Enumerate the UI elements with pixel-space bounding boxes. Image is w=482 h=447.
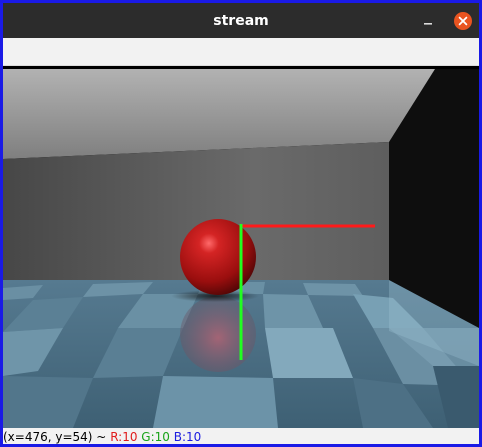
- image-viewport[interactable]: [3, 66, 479, 428]
- app-window: stream (x=476, y=54) ~ R:10 G:10 B:10: [0, 0, 482, 447]
- pixel-blue-value: B:10: [173, 430, 202, 444]
- minimize-icon: [424, 23, 432, 25]
- title-bar[interactable]: stream: [3, 3, 479, 38]
- minimize-button[interactable]: [415, 8, 441, 34]
- window-title: stream: [213, 13, 269, 29]
- status-bar: (x=476, y=54) ~ R:10 G:10 B:10: [3, 428, 479, 444]
- cursor-coordinates: (x=476, y=54) ~: [3, 430, 107, 444]
- red-sphere: [180, 219, 256, 295]
- close-icon: [454, 12, 472, 30]
- close-button[interactable]: [451, 9, 475, 33]
- pixel-green-value: G:10: [141, 430, 170, 444]
- sphere-reflection: [180, 296, 256, 372]
- rendered-scene: [3, 69, 479, 428]
- pixel-red-value: R:10: [110, 430, 138, 444]
- toolbar: [3, 38, 479, 66]
